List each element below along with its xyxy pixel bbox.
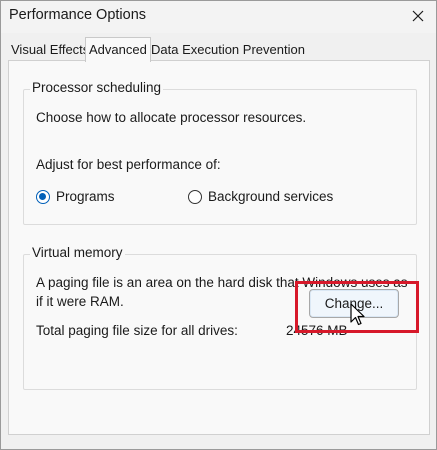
radio-checked-icon: [36, 189, 50, 204]
programs-radio-label: Programs: [56, 189, 115, 204]
close-button[interactable]: [406, 4, 430, 28]
background-services-radio-label: Background services: [208, 189, 334, 204]
virtual-memory-legend: Virtual memory: [30, 245, 125, 260]
programs-radio[interactable]: Programs: [36, 189, 115, 204]
processor-scheduling-legend: Processor scheduling: [30, 80, 164, 95]
processor-scheduling-description: Choose how to allocate processor resourc…: [36, 110, 307, 125]
tab-strip: Visual Effects Advanced Data Execution P…: [7, 37, 432, 62]
performance-options-window: Performance Options Visual Effects Advan…: [0, 0, 437, 450]
radio-unchecked-icon: [188, 189, 202, 204]
virtual-memory-description-line2: if it were RAM.: [36, 294, 124, 309]
advanced-tab-panel: Processor scheduling Choose how to alloc…: [8, 60, 430, 435]
mouse-pointer-icon: [350, 303, 365, 326]
window-title: Performance Options: [9, 7, 147, 23]
background-services-radio[interactable]: Background services: [188, 189, 333, 204]
tab-visual-effects[interactable]: Visual Effects: [11, 39, 89, 61]
processor-scheduling-group: Processor scheduling Choose how to alloc…: [23, 80, 417, 225]
tab-advanced[interactable]: Advanced: [85, 37, 151, 62]
title-bar: Performance Options: [1, 1, 436, 33]
close-icon: [412, 10, 424, 22]
tab-data-execution-prevention[interactable]: Data Execution Prevention: [151, 39, 305, 61]
adjust-performance-label: Adjust for best performance of:: [36, 157, 221, 172]
total-paging-size-label: Total paging file size for all drives:: [36, 323, 238, 338]
